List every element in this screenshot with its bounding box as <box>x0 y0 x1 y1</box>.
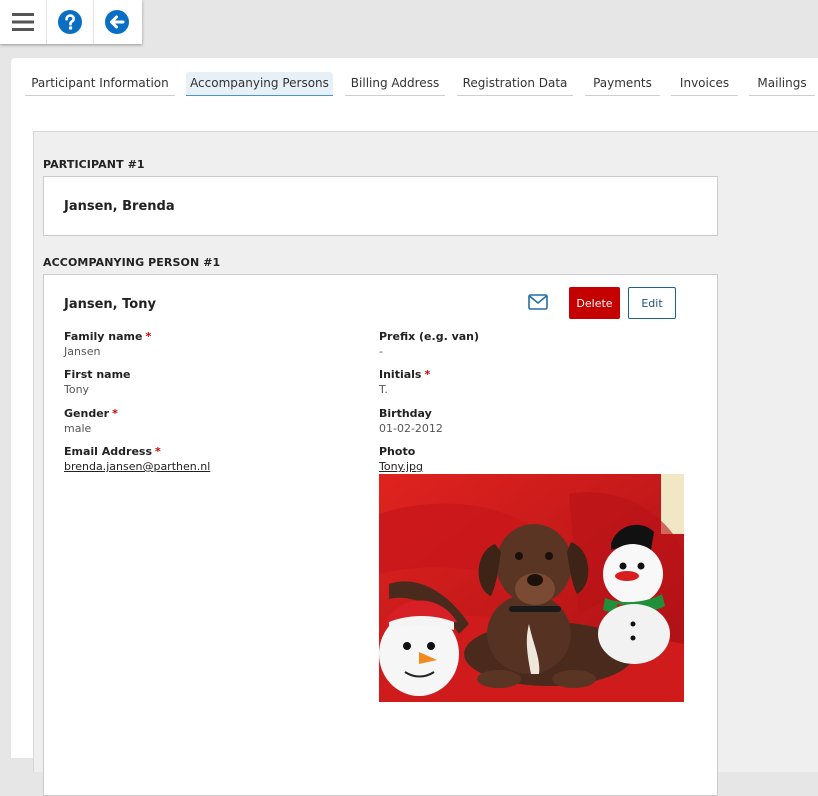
help-button[interactable] <box>47 0 94 44</box>
tab-accompanying-persons[interactable]: Accompanying Persons <box>186 72 333 96</box>
back-button[interactable] <box>94 0 140 44</box>
required-mark: * <box>145 330 152 343</box>
initials-label: Initials <box>379 368 422 381</box>
first-name-label: First name <box>64 368 131 381</box>
birthday-value: 01-02-2012 <box>379 422 443 435</box>
field-family-name: Family name * Jansen <box>64 330 151 360</box>
field-email-address: Email Address * brenda.jansen@parthen.nl <box>64 445 210 475</box>
required-mark: * <box>112 407 118 420</box>
prefix-value: - <box>379 345 383 358</box>
birthday-label: Birthday <box>379 407 432 420</box>
family-name-value: Jansen <box>64 345 101 358</box>
edit-button[interactable]: Edit <box>628 287 676 319</box>
gender-label: Gender <box>64 407 110 420</box>
mail-icon[interactable] <box>528 294 548 310</box>
accompanying-section-title: ACCOMPANYING PERSON #1 <box>43 256 221 269</box>
field-gender: Gender * male <box>64 407 118 437</box>
gender-value: male <box>64 422 92 435</box>
help-icon <box>58 10 82 34</box>
top-toolbar <box>0 0 142 44</box>
back-arrow-icon <box>105 10 129 34</box>
delete-button[interactable]: Delete <box>569 287 620 319</box>
photo-image <box>379 474 684 702</box>
tab-participant-information[interactable]: Participant Information <box>25 72 175 96</box>
required-mark: * <box>424 368 431 381</box>
email-address-label: Email Address <box>64 445 153 458</box>
field-first-name: First name Tony <box>64 368 131 398</box>
accompanying-person-card: Jansen, Tony Delete Edit Family name * Ja… <box>43 274 718 796</box>
participant-name: Jansen, Brenda <box>64 199 175 214</box>
family-name-label: Family name <box>64 330 143 343</box>
participant-section-title: PARTICIPANT #1 <box>43 158 145 171</box>
tab-mailings[interactable]: Mailings <box>749 72 815 96</box>
tab-payments[interactable]: Payments <box>585 72 660 96</box>
photo-label: Photo <box>379 445 416 458</box>
email-link[interactable]: brenda.jansen@parthen.nl <box>64 459 210 475</box>
field-initials: Initials * T. <box>379 368 430 398</box>
accompanying-person-name: Jansen, Tony <box>64 297 156 312</box>
required-mark: * <box>155 445 161 458</box>
field-photo: Photo Tony.jpg <box>379 445 423 475</box>
tab-billing-address[interactable]: Billing Address <box>345 72 445 96</box>
field-birthday: Birthday 01-02-2012 <box>379 407 443 437</box>
photo-file-link[interactable]: Tony.jpg <box>379 459 423 475</box>
tab-invoices[interactable]: Invoices <box>671 72 738 96</box>
menu-button[interactable] <box>0 0 47 44</box>
menu-icon <box>12 13 34 31</box>
participant-card: Jansen, Brenda <box>43 176 718 236</box>
initials-value: T. <box>379 383 388 396</box>
field-prefix: Prefix (e.g. van) - <box>379 330 479 360</box>
tab-registration-data[interactable]: Registration Data <box>457 72 573 96</box>
tab-content: PARTICIPANT #1 Jansen, Brenda ACCOMPANYI… <box>33 131 818 796</box>
main-panel: Participant Information Accompanying Per… <box>11 58 818 796</box>
first-name-value: Tony <box>64 383 90 396</box>
prefix-label: Prefix (e.g. van) <box>379 330 480 343</box>
